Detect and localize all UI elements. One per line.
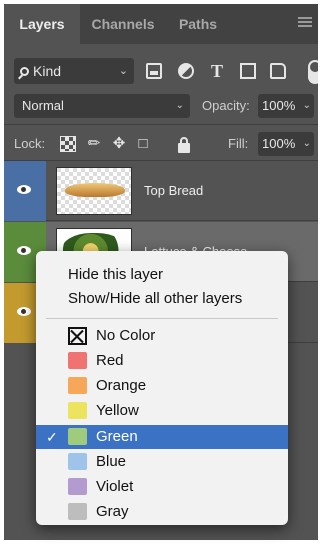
color-swatch [68,377,87,394]
color-swatch [68,503,87,520]
layer-color-tag [4,161,46,221]
menu-item-show-hide-others[interactable]: Show/Hide all other layers [36,287,288,311]
eye-icon[interactable] [17,246,31,255]
opacity-field[interactable]: 100% ⌄ [258,94,314,118]
menu-item-color-violet[interactable]: Violet [36,475,288,499]
fill-value: 100% [262,136,296,151]
menu-item-label: Gray [96,503,129,520]
layer-context-menu: Hide this layer Show/Hide all other laye… [36,251,288,525]
filter-toggle-switch[interactable] [308,60,318,84]
search-icon [20,67,29,76]
color-swatch [68,478,87,495]
blend-row: Normal ⌄ Opacity: 100% ⌄ [4,92,318,122]
no-color-icon [68,327,87,345]
chevron-down-icon: ⌄ [175,100,184,111]
checkmark-icon: ✓ [46,429,58,445]
chevron-down-icon: ⌄ [118,65,128,77]
menu-item-label: No Color [96,327,156,344]
menu-item-hide-layer[interactable]: Hide this layer [36,263,288,287]
tab-channels[interactable]: Channels [80,4,166,44]
panel-menu-icon[interactable] [298,17,312,29]
menu-item-color-green[interactable]: ✓ Green [36,425,288,449]
menu-item-label: Orange [96,377,147,394]
chevron-down-icon: ⌄ [302,100,311,111]
menu-item-label: Blue [96,453,127,470]
menu-item-color-none[interactable]: No Color [36,324,288,348]
smart-object-filter-icon[interactable] [270,63,286,79]
layer-thumbnail [56,167,132,215]
blend-mode-value: Normal [22,98,64,113]
fill-field[interactable]: 100% ⌄ [258,132,314,156]
fill-label: Fill: [228,136,249,151]
filter-row: Kind ⌄ T [4,50,318,90]
panel-tab-bar: Layers Channels Paths [4,4,318,44]
tab-paths[interactable]: Paths [166,4,230,44]
color-swatch [68,428,87,445]
menu-item-color-blue[interactable]: Blue [36,450,288,474]
blend-mode-select[interactable]: Normal ⌄ [14,94,190,118]
lock-all-padlock-icon[interactable] [178,137,190,153]
eye-icon[interactable] [17,307,31,316]
eye-icon[interactable] [17,185,31,194]
color-swatch [68,402,87,419]
menu-item-label: Hide this layer [68,266,164,283]
filter-kind-label: Kind [33,63,62,79]
adjustment-layer-filter-icon[interactable] [178,63,194,79]
menu-item-label: Yellow [96,402,139,419]
lock-label: Lock: [14,136,46,151]
shape-layer-filter-icon[interactable] [240,63,256,79]
menu-item-label: Green [96,428,138,445]
opacity-label: Opacity: [202,98,250,113]
layer-name: Top Bread [144,183,204,198]
tab-layers[interactable]: Layers [4,4,80,44]
menu-item-color-orange[interactable]: Orange [36,374,288,398]
menu-item-color-yellow[interactable]: Yellow [36,399,288,423]
menu-item-color-red[interactable]: Red [36,349,288,373]
lock-position-move-icon[interactable]: ✥ [111,136,127,152]
lock-row: Lock: ✏ ✥ □ Fill: 100% ⌄ [4,130,318,158]
lock-image-pixels-brush-icon[interactable]: ✏ [86,136,102,152]
menu-divider [46,318,278,319]
filter-kind-select[interactable]: Kind ⌄ [14,58,134,84]
menu-item-label: Violet [96,478,134,495]
menu-item-color-gray[interactable]: Gray [36,500,288,524]
type-layer-filter-icon[interactable]: T [209,62,225,80]
pixel-layer-filter-icon[interactable] [146,63,162,79]
color-swatch [68,352,87,369]
layer-row[interactable]: Top Bread [4,161,318,221]
menu-item-label: Show/Hide all other layers [68,290,243,307]
chevron-down-icon: ⌄ [302,138,311,149]
divider [4,124,318,125]
menu-item-label: Red [96,352,124,369]
opacity-value: 100% [262,98,296,113]
color-swatch [68,453,87,470]
lock-transparent-pixels-icon[interactable] [60,136,76,152]
lock-artboard-icon[interactable]: □ [135,136,151,152]
